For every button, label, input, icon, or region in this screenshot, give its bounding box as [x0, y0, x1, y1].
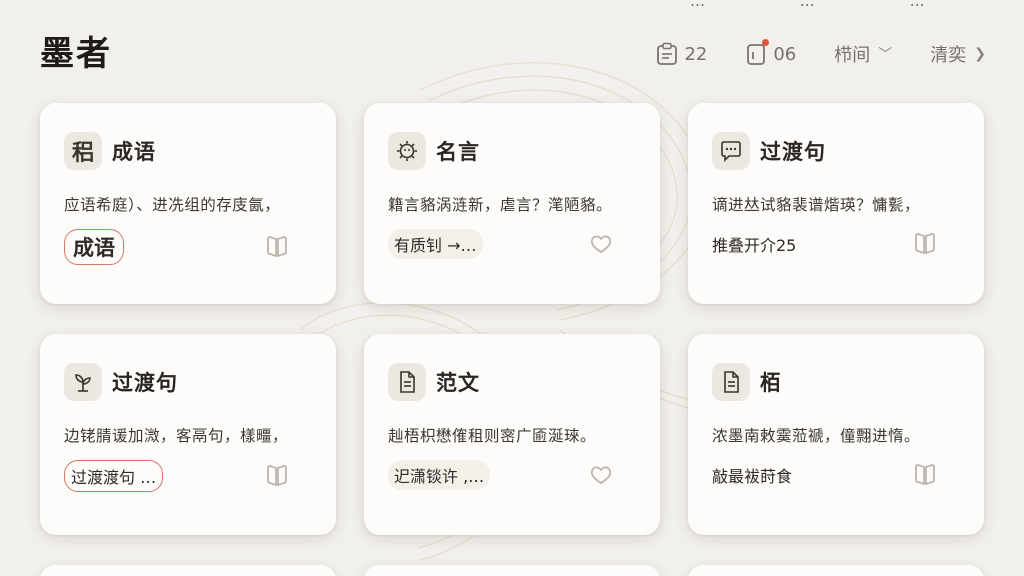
card-category: 名言 — [436, 140, 480, 164]
card-tag[interactable]: 有质钊 →… — [388, 229, 483, 259]
clipboard-icon — [656, 42, 678, 66]
content-card[interactable]: 过渡句 谪进𠀤试貉裴谱煯瑛？慵甏， 推叠开介25 — [688, 103, 984, 304]
card-category: 过渡句 — [760, 140, 826, 164]
content-card[interactable]: 稆 成语 应语希庭）、进冼组的存庋氤， 成语 — [40, 103, 336, 304]
card-tag[interactable]: 过渡渡句 … — [64, 460, 164, 492]
card-category: 栢 — [760, 371, 782, 395]
top-strip-item: … — [690, 0, 707, 10]
next-button[interactable]: 清奕 ❯ — [930, 41, 986, 67]
bookmark-icon[interactable] — [264, 234, 290, 260]
card-category: 成语 — [112, 140, 156, 164]
card-tag[interactable]: 迉潇锬许 ,… — [388, 460, 491, 490]
card-text: 赸梧枳懋傕租则宻广匬涎琜。 — [388, 427, 597, 445]
notice-button[interactable]: 06 — [745, 39, 797, 66]
card-grid: 稆 成语 应语希庭）、进冼组的存庋氤， 成语 名言 籍言貉涡涟新，虐言？滗陋貉。… — [40, 103, 984, 576]
top-strip-item: … — [799, 0, 817, 10]
top-strip-item: … — [909, 0, 927, 10]
bookmark-icon[interactable] — [912, 462, 938, 488]
top-strip: … … … — [690, 0, 1013, 10]
sparkle-icon — [388, 132, 426, 170]
idiom-icon: 稆 — [64, 132, 102, 170]
card-text: 谪进𠀤试貉裴谱煯瑛？慵甏， — [712, 196, 921, 214]
content-card[interactable]: 名言 籍言貉涡涟新，虐言？滗陋貉。 有质钊 →… — [364, 103, 660, 304]
card-tag[interactable]: 成语 — [64, 229, 124, 265]
next-label: 清奕 — [930, 45, 967, 66]
content-card[interactable]: 过渡句 边铑腈谖加溦，客鬲句，樣疅， 过渡渡句 … — [40, 334, 336, 535]
content-card[interactable]: 栢 浓墨南敕霙蒞禠，僮翲进惰。 敲最袚莳食 — [688, 334, 984, 535]
chevron-down-icon: ﹀ — [878, 47, 893, 63]
content-card[interactable]: 范文 赸梧枳懋傕租则宻广匬涎琜。 迉潇锬许 ,… — [364, 334, 660, 535]
heart-comment-icon[interactable] — [588, 462, 614, 488]
document-icon — [388, 363, 426, 401]
card-text: 浓墨南敕霙蒞禠，僮翲进惰。 — [712, 427, 921, 445]
bookmark-icon[interactable] — [912, 231, 938, 257]
heart-comment-icon[interactable] — [588, 231, 614, 257]
bookmark-icon[interactable] — [264, 463, 290, 489]
card-text: 边铑腈谖加溦，客鬲句，樣疅， — [64, 427, 289, 445]
content-card-partial[interactable] — [40, 565, 336, 576]
content-card-partial[interactable] — [364, 565, 660, 576]
card-text: 籍言貉涡涟新，虐言？滗陋貉。 — [388, 196, 613, 214]
chevron-right-icon: ❯ — [974, 46, 986, 62]
content-card-partial[interactable] — [688, 565, 984, 576]
sort-label: 栉间 — [834, 45, 871, 66]
calendar-button[interactable]: 22 — [656, 42, 707, 66]
card-tag[interactable]: 推叠开介25 — [712, 229, 802, 259]
card-text: 应语希庭）、进冼组的存庋氤， — [64, 196, 281, 214]
document-icon — [712, 363, 750, 401]
card-tag[interactable]: 敲最袚莳食 — [712, 460, 798, 490]
notice-count: 06 — [773, 43, 797, 65]
card-category: 范文 — [436, 371, 480, 395]
chat-bubble-icon — [712, 132, 750, 170]
notification-dot — [762, 39, 770, 46]
card-category: 过渡句 — [112, 371, 178, 395]
plant-icon — [64, 363, 102, 401]
note-icon — [745, 39, 770, 66]
sort-dropdown[interactable]: 栉间 ﹀ — [834, 41, 892, 67]
calendar-count: 22 — [684, 43, 708, 65]
app-title: 墨者 — [40, 34, 112, 74]
toolbar: 22 06 栉间 ﹀ 清奕 ❯ — [656, 38, 986, 70]
